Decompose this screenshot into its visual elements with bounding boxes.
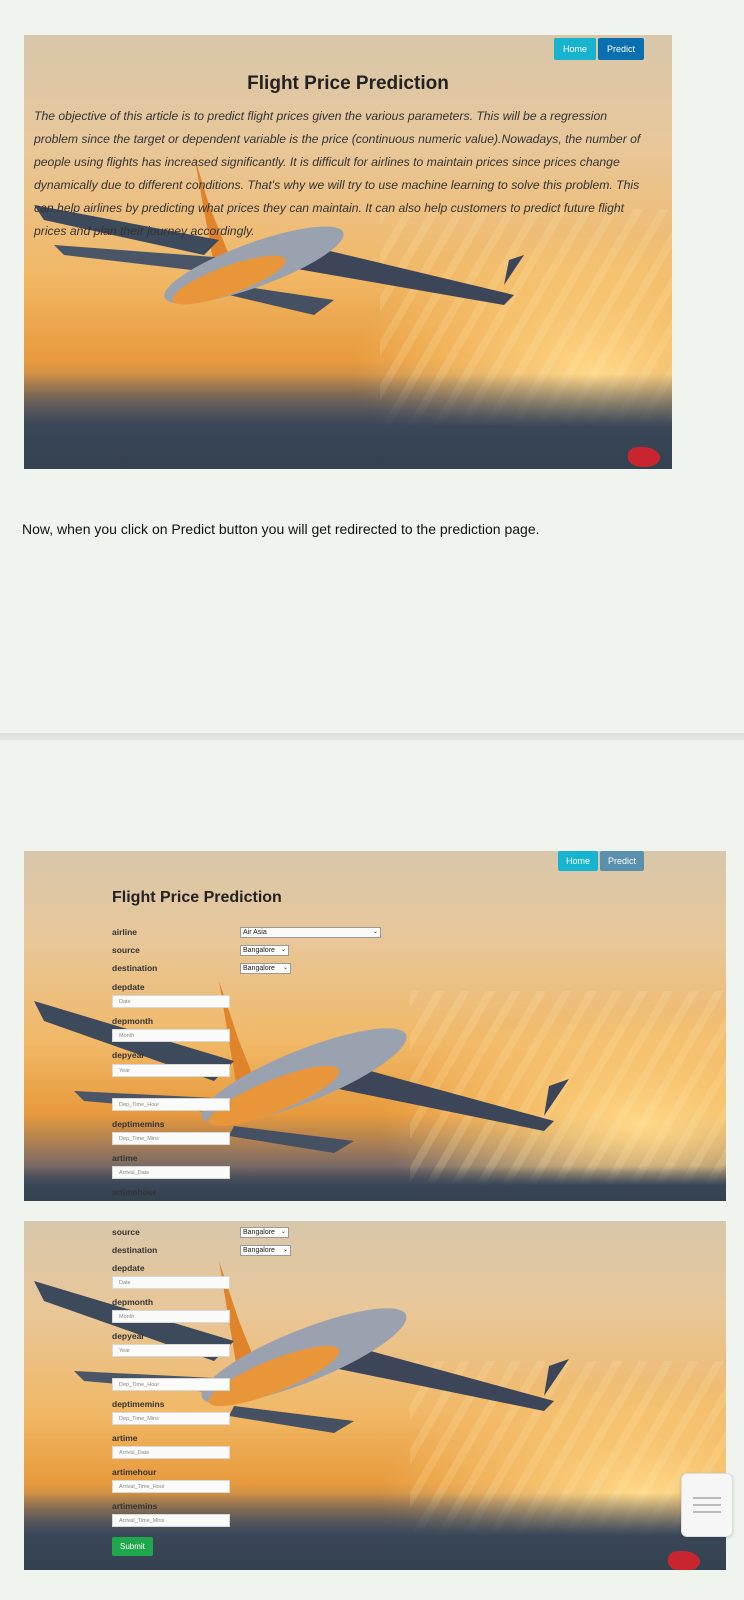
depmonth-input[interactable]: Month (112, 1310, 230, 1323)
caption-text: Now, when you click on Predict button yo… (22, 521, 540, 537)
top-nav: Home Predict (554, 38, 645, 60)
submit-button[interactable]: Submit (112, 1537, 153, 1556)
page-title: Flight Price Prediction (247, 73, 449, 94)
depyear-input[interactable]: Year (112, 1064, 230, 1077)
predict-nav: Home Predict (558, 851, 645, 871)
airline-label: airline (112, 927, 138, 937)
artime-label: artime (112, 1433, 138, 1443)
destination-select[interactable]: Bangalore ⌄ (240, 963, 291, 974)
artimemins-input[interactable]: Arrival_Time_Mins (112, 1514, 230, 1527)
depdate-input[interactable]: Date (112, 1276, 230, 1289)
deptimemins-label: deptimemins (112, 1119, 165, 1129)
logo-mark (668, 1551, 700, 1570)
depdate-label: depdate (112, 982, 145, 992)
menu-icon[interactable] (681, 1473, 733, 1537)
depmonth-input[interactable]: Month (112, 1029, 230, 1042)
source-label: source (112, 1227, 140, 1237)
deptimemins-input[interactable]: Dep_Time_Mins (112, 1412, 230, 1425)
predict-page-screenshot-1: Home Predict Flight Price Prediction air… (24, 851, 726, 1201)
home-button[interactable]: Home (558, 851, 599, 871)
chevron-down-icon: ⌄ (280, 947, 286, 953)
depyear-input[interactable]: Year (112, 1344, 230, 1357)
airline-select[interactable]: Air Asia ⌄ (240, 927, 381, 938)
depdate-input[interactable]: Date (112, 995, 230, 1008)
home-button[interactable]: Home (554, 38, 597, 60)
menu-line (693, 1511, 721, 1513)
artime-input[interactable]: Arrival_Date (112, 1446, 230, 1459)
artimehour-input[interactable]: Arrival_Time_Hour (112, 1480, 230, 1493)
source-select[interactable]: Bangalore ⌄ (240, 945, 289, 956)
chevron-down-icon: ⌄ (282, 965, 288, 971)
chevron-down-icon: ⌄ (372, 929, 378, 935)
menu-line (693, 1504, 721, 1506)
artime-input[interactable]: Arrival_Date (112, 1166, 230, 1179)
depdate-label: depdate (112, 1263, 145, 1273)
logo-mark (628, 447, 660, 467)
artime-label: artime (112, 1153, 138, 1163)
deptimehour-input[interactable]: Dep_Time_Hour (112, 1378, 230, 1391)
chevron-down-icon: ⌄ (282, 1247, 288, 1253)
form-title: Flight Price Prediction (112, 889, 282, 906)
predict-page-screenshot-2: source Bangalore ⌄ destination Bangalore ⌄… (24, 1221, 726, 1570)
source-select[interactable]: Bangalore ⌄ (240, 1227, 289, 1238)
home-page-screenshot: Home Predict Flight Price Prediction The… (24, 35, 672, 469)
predict-button[interactable]: Predict (598, 38, 645, 60)
deptimehour-input[interactable]: Dep_Time_Hour (112, 1098, 230, 1111)
depyear-label: depyear (112, 1050, 145, 1060)
artimehour-label: artimehour (112, 1467, 157, 1477)
depmonth-label: depmonth (112, 1016, 154, 1026)
depyear-label: depyear (112, 1331, 145, 1341)
predict-button[interactable]: Predict (600, 851, 645, 871)
artimehour-label: artimehour (112, 1187, 157, 1197)
section-divider (0, 733, 744, 740)
depmonth-label: depmonth (112, 1297, 154, 1307)
source-label: source (112, 945, 140, 955)
deptimemins-input[interactable]: Dep_Time_Mins (112, 1132, 230, 1145)
menu-line (693, 1497, 721, 1499)
artimemins-label: artimemins (112, 1501, 158, 1511)
destination-select[interactable]: Bangalore ⌄ (240, 1245, 291, 1256)
clouds (24, 373, 672, 469)
chevron-down-icon: ⌄ (280, 1229, 286, 1235)
destination-label: destination (112, 963, 158, 973)
deptimemins-label: deptimemins (112, 1399, 165, 1409)
intro-paragraph: The objective of this article is to pred… (34, 109, 641, 238)
destination-label: destination (112, 1245, 158, 1255)
